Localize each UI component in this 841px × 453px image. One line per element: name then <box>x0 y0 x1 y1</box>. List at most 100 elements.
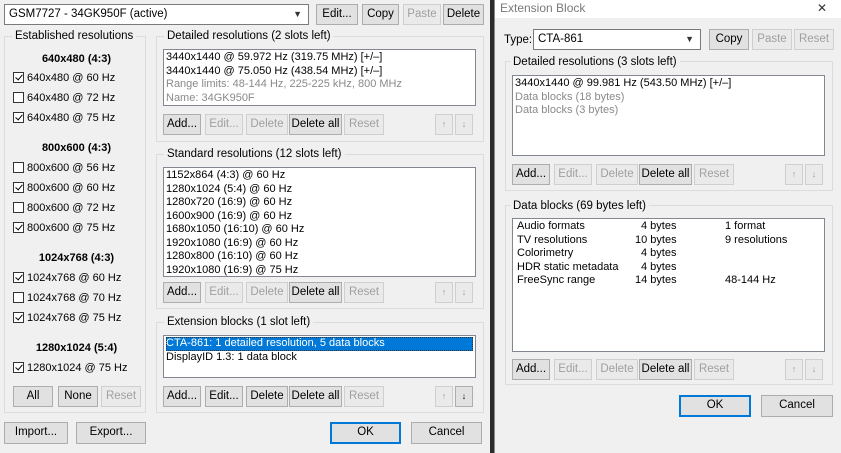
list-item[interactable]: 1280x720 (16:9) @ 60 Hz <box>166 196 473 210</box>
standard-move-down-button[interactable]: ↓ <box>455 282 473 303</box>
checkbox-640x480-75[interactable]: 640x480 @ 75 Hz <box>13 110 115 126</box>
none-button[interactable]: None <box>58 386 98 407</box>
table-row[interactable]: Colorimetry 4 bytes <box>515 247 822 261</box>
cancel-button[interactable]: Cancel <box>411 422 482 444</box>
export-button[interactable]: Export... <box>76 422 146 444</box>
standard-add-button[interactable]: Add... <box>163 282 201 303</box>
checkbox-label: 640x480 @ 72 Hz <box>27 92 116 104</box>
dialog-paste-button[interactable]: Paste <box>752 29 792 50</box>
data-blocks-delete-all-button[interactable]: Delete all <box>639 359 692 380</box>
data-blocks-reset-button[interactable]: Reset <box>694 359 734 380</box>
checkbox-800x600-60[interactable]: 800x600 @ 60 Hz <box>13 180 115 196</box>
paste-button[interactable]: Paste <box>403 4 441 25</box>
dialog-detailed-resolutions-list[interactable]: 3440x1440 @ 99.981 Hz (543.50 MHz) [+/–]… <box>512 75 825 156</box>
checkbox-1024x768-60[interactable]: 1024x768 @ 60 Hz <box>13 270 121 286</box>
detailed-edit-button[interactable]: Edit... <box>205 114 243 135</box>
dialog-titlebar: Extension Block ✕ <box>495 0 841 18</box>
standard-resolutions-list[interactable]: 1152x864 (4:3) @ 60 Hz 1280x1024 (5:4) @… <box>163 167 476 277</box>
data-blocks-move-up-button[interactable]: ↑ <box>785 359 803 380</box>
list-item[interactable]: Data blocks (3 bytes) <box>515 104 822 118</box>
extension-blocks-list[interactable]: CTA-861: 1 detailed resolution, 5 data b… <box>163 335 476 378</box>
list-item[interactable]: 1920x1080 (16:9) @ 75 Hz <box>166 264 473 277</box>
dialog-reset-button[interactable]: Reset <box>794 29 834 50</box>
all-button[interactable]: All <box>13 386 53 407</box>
extension-add-button[interactable]: Add... <box>163 386 201 407</box>
dialog-detailed-move-down-button[interactable]: ↓ <box>805 164 823 185</box>
ok-button[interactable]: OK <box>330 422 401 444</box>
data-blocks-edit-button[interactable]: Edit... <box>554 359 592 380</box>
data-blocks-list[interactable]: Audio formats 4 bytes 1 format TV resolu… <box>512 218 825 352</box>
checkbox-1024x768-70[interactable]: 1024x768 @ 70 Hz <box>13 290 121 306</box>
delete-button[interactable]: Delete <box>443 4 484 25</box>
data-blocks-add-button[interactable]: Add... <box>512 359 550 380</box>
list-item[interactable]: 1680x1050 (16:10) @ 60 Hz <box>166 223 473 237</box>
table-row[interactable]: Audio formats 4 bytes 1 format <box>515 220 822 234</box>
extension-edit-button[interactable]: Edit... <box>205 386 243 407</box>
checkbox-checked-icon <box>13 222 24 233</box>
detailed-add-button[interactable]: Add... <box>163 114 201 135</box>
checkbox-unchecked-icon <box>13 292 24 303</box>
extension-move-down-button[interactable]: ↓ <box>455 386 473 407</box>
extension-delete-all-button[interactable]: Delete all <box>289 386 342 407</box>
reset-button[interactable]: Reset <box>101 386 141 407</box>
checkbox-1280x1024-75[interactable]: 1280x1024 @ 75 Hz <box>13 360 127 376</box>
list-item[interactable]: 1600x900 (16:9) @ 60 Hz <box>166 210 473 224</box>
detailed-delete-all-button[interactable]: Delete all <box>289 114 342 135</box>
detailed-reset-button[interactable]: Reset <box>344 114 384 135</box>
checkbox-800x600-75[interactable]: 800x600 @ 75 Hz <box>13 220 115 236</box>
list-item[interactable]: 1280x1024 (5:4) @ 60 Hz <box>166 183 473 197</box>
list-item[interactable]: Data blocks (18 bytes) <box>515 91 822 105</box>
dialog-detailed-delete-button[interactable]: Delete <box>596 164 638 185</box>
copy-button[interactable]: Copy <box>362 4 399 25</box>
detailed-move-down-button[interactable]: ↓ <box>455 114 473 135</box>
data-blocks-move-down-button[interactable]: ↓ <box>805 359 823 380</box>
standard-move-up-button[interactable]: ↑ <box>435 282 453 303</box>
table-row[interactable]: FreeSync range 14 bytes 48-144 Hz <box>515 274 822 288</box>
dialog-detailed-delete-all-button[interactable]: Delete all <box>639 164 692 185</box>
dialog-copy-button[interactable]: Copy <box>709 29 749 50</box>
display-select[interactable]: GSM7727 - 34GK950F (active) ▼ <box>4 4 309 25</box>
checkbox-800x600-72[interactable]: 800x600 @ 72 Hz <box>13 200 115 216</box>
checkbox-checked-icon <box>13 362 24 373</box>
checkbox-640x480-60[interactable]: 640x480 @ 60 Hz <box>13 70 115 86</box>
extension-reset-button[interactable]: Reset <box>344 386 384 407</box>
close-icon[interactable]: ✕ <box>817 1 827 15</box>
table-row[interactable]: HDR static metadata 4 bytes <box>515 261 822 275</box>
standard-delete-button[interactable]: Delete <box>246 282 288 303</box>
detailed-resolutions-title: Detailed resolutions (2 slots left) <box>164 30 334 43</box>
edit-button[interactable]: Edit... <box>316 4 358 25</box>
checkbox-checked-icon <box>13 312 24 323</box>
checkbox-800x600-56[interactable]: 800x600 @ 56 Hz <box>13 160 115 176</box>
checkbox-640x480-72[interactable]: 640x480 @ 72 Hz <box>13 90 115 106</box>
dialog-detailed-reset-button[interactable]: Reset <box>694 164 734 185</box>
list-item[interactable]: 3440x1440 @ 59.972 Hz (319.75 MHz) [+/–] <box>166 51 473 65</box>
checkbox-label: 800x600 @ 56 Hz <box>27 162 116 174</box>
standard-edit-button[interactable]: Edit... <box>205 282 243 303</box>
import-button[interactable]: Import... <box>4 422 68 444</box>
detailed-delete-button[interactable]: Delete <box>246 114 288 135</box>
list-item[interactable]: 3440x1440 @ 99.981 Hz (543.50 MHz) [+/–] <box>515 77 822 91</box>
extension-delete-button[interactable]: Delete <box>246 386 288 407</box>
table-row[interactable]: TV resolutions 10 bytes 9 resolutions <box>515 234 822 248</box>
list-item[interactable]: DisplayID 1.3: 1 data block <box>166 351 473 365</box>
checkbox-1024x768-75[interactable]: 1024x768 @ 75 Hz <box>13 310 121 326</box>
dialog-ok-button[interactable]: OK <box>679 395 751 417</box>
standard-delete-all-button[interactable]: Delete all <box>289 282 342 303</box>
detailed-resolutions-list[interactable]: 3440x1440 @ 59.972 Hz (319.75 MHz) [+/–]… <box>163 49 476 106</box>
data-blocks-delete-button[interactable]: Delete <box>596 359 638 380</box>
detailed-move-up-button[interactable]: ↑ <box>435 114 453 135</box>
standard-reset-button[interactable]: Reset <box>344 282 384 303</box>
dialog-detailed-add-button[interactable]: Add... <box>512 164 550 185</box>
list-item[interactable]: 1280x800 (16:10) @ 60 Hz <box>166 250 473 264</box>
type-select[interactable]: CTA-861 ▼ <box>533 29 701 50</box>
list-item[interactable]: Name: 34GK950F <box>166 92 473 106</box>
extension-move-up-button[interactable]: ↑ <box>435 386 453 407</box>
dialog-cancel-button[interactable]: Cancel <box>761 395 833 417</box>
list-item[interactable]: 3440x1440 @ 75.050 Hz (438.54 MHz) [+/–] <box>166 65 473 79</box>
list-item[interactable]: 1152x864 (4:3) @ 60 Hz <box>166 169 473 183</box>
list-item[interactable]: 1920x1080 (16:9) @ 60 Hz <box>166 237 473 251</box>
list-item[interactable]: CTA-861: 1 detailed resolution, 5 data b… <box>166 337 473 351</box>
dialog-detailed-edit-button[interactable]: Edit... <box>554 164 592 185</box>
list-item[interactable]: Range limits: 48-144 Hz, 225-225 kHz, 80… <box>166 78 473 92</box>
dialog-detailed-move-up-button[interactable]: ↑ <box>785 164 803 185</box>
